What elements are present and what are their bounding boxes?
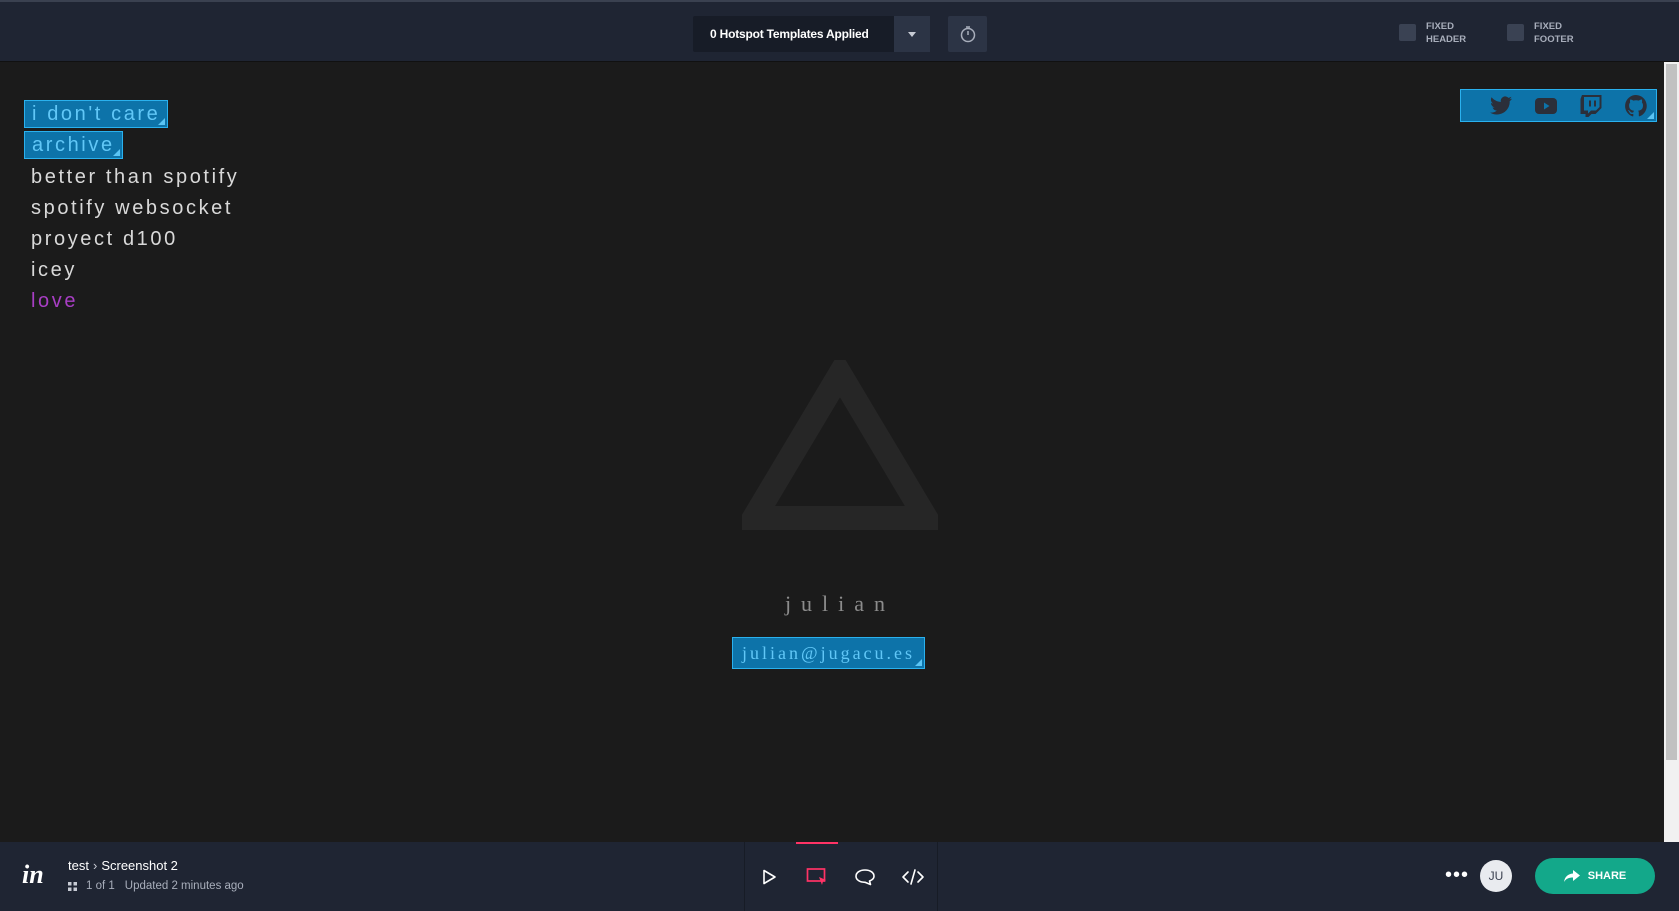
invision-logo-icon[interactable]: in xyxy=(22,860,44,890)
hotspot-templates-label: 0 Hotspot Templates Applied xyxy=(710,27,869,41)
email-link-hotspot[interactable]: julian@jugacu.es xyxy=(732,637,926,669)
share-button[interactable]: SHARE xyxy=(1535,858,1655,894)
site-menu: i don't care archive better than spotify… xyxy=(24,100,246,317)
scrollbar-thumb[interactable] xyxy=(1666,64,1677,760)
user-avatar[interactable]: JU xyxy=(1480,860,1512,892)
menu-item-archive[interactable]: archive xyxy=(24,131,123,159)
hotspot-templates-dropdown[interactable]: 0 Hotspot Templates Applied xyxy=(693,16,930,52)
breadcrumb: test › Screenshot 2 xyxy=(68,858,178,873)
twitter-icon[interactable] xyxy=(1488,94,1514,118)
fixed-header-label: FIXED HEADER xyxy=(1426,21,1467,45)
prototype-canvas: i don't care archive better than spotify… xyxy=(0,62,1664,842)
twitch-icon[interactable] xyxy=(1578,94,1604,118)
youtube-icon[interactable] xyxy=(1533,94,1559,118)
timer-button[interactable] xyxy=(948,16,987,52)
menu-item-spotify-websocket[interactable]: spotify websocket xyxy=(24,193,246,224)
share-label: SHARE xyxy=(1587,870,1627,882)
comment-mode-button[interactable] xyxy=(841,842,889,911)
build-mode-button[interactable] xyxy=(793,842,841,911)
project-name-link[interactable]: test xyxy=(68,858,89,873)
fixed-footer-toggle[interactable]: FIXED FOOTER xyxy=(1507,20,1584,46)
more-options-icon[interactable]: ••• xyxy=(1445,864,1469,887)
top-toolbar: 0 Hotspot Templates Applied FIXED HEADER… xyxy=(0,0,1679,62)
share-arrow-icon xyxy=(1563,870,1580,882)
fixed-header-checkbox[interactable] xyxy=(1399,24,1416,41)
github-icon[interactable] xyxy=(1623,94,1649,118)
play-icon xyxy=(763,869,776,884)
triangle-logo-icon xyxy=(742,360,938,530)
chevron-down-icon[interactable] xyxy=(894,16,930,52)
inspect-mode-button[interactable] xyxy=(889,842,937,911)
chevron-right-icon: › xyxy=(92,858,98,873)
preview-mode-button[interactable] xyxy=(745,842,793,911)
comment-icon xyxy=(855,868,875,885)
mode-switcher xyxy=(744,842,938,911)
social-links-hotspot[interactable] xyxy=(1460,89,1657,122)
stopwatch-icon xyxy=(960,26,975,43)
bottom-toolbar: in test › Screenshot 2 1 of 1 Updated 2 mi… xyxy=(0,842,1679,911)
screen-name: Screenshot 2 xyxy=(101,858,178,873)
menu-item-i-dont-care[interactable]: i don't care xyxy=(24,100,169,128)
updated-time: Updated 2 minutes ago xyxy=(124,880,244,892)
menu-item-proyect-d100[interactable]: proyect d100 xyxy=(24,224,246,255)
screen-position: 1 of 1 xyxy=(86,880,115,892)
fixed-footer-label: FIXED FOOTER xyxy=(1534,21,1574,45)
author-name: julian xyxy=(784,591,896,616)
grid-icon[interactable] xyxy=(68,881,77,891)
code-icon xyxy=(902,868,924,885)
fixed-header-toggle[interactable]: FIXED HEADER xyxy=(1399,20,1476,46)
fixed-footer-checkbox[interactable] xyxy=(1507,24,1524,41)
menu-item-love[interactable]: love xyxy=(24,286,246,317)
hotspot-cursor-icon xyxy=(806,867,826,885)
menu-item-icey[interactable]: icey xyxy=(24,255,246,286)
menu-item-better-than-spotify[interactable]: better than spotify xyxy=(24,162,246,193)
screen-meta: 1 of 1 Updated 2 minutes ago xyxy=(68,880,244,892)
